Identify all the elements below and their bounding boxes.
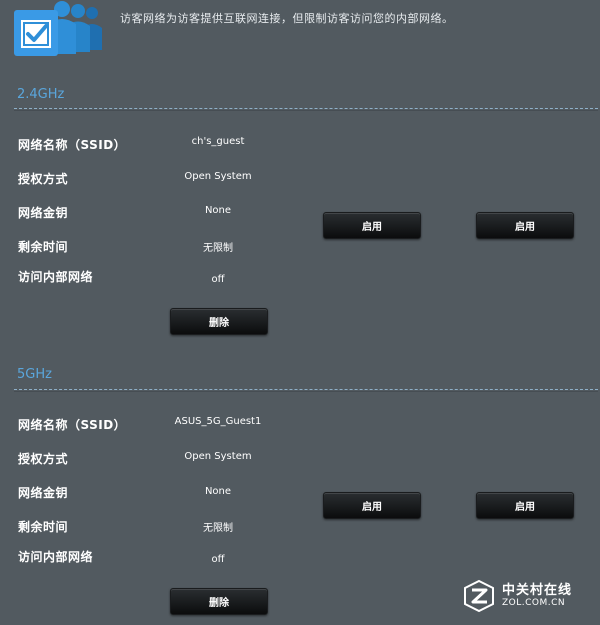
row-label-intranet: 访问内部网络 [18,270,94,284]
row-label-intranet: 访问内部网络 [18,550,94,564]
row-value-time: 无限制 [203,243,233,254]
remove-button-2g[interactable]: 删除 [170,308,268,335]
zol-logo-icon [464,579,494,613]
row-label-time: 剩余时间 [18,240,69,254]
row-label-auth: 授权方式 [18,452,69,466]
row-value-key: None [204,486,232,497]
enable-button-2g-2[interactable]: 启用 [476,212,574,239]
band-divider-2g [14,108,598,111]
row-label-time: 剩余时间 [18,520,69,534]
enable-button-2g-1[interactable]: 启用 [323,212,421,239]
row-value-intranet: off [211,554,225,565]
page-description: 访客网络为访客提供互联网连接，但限制访客访问您的内部网络。 [120,12,454,25]
row-value-key: None [204,205,232,216]
enable-button-5g-1[interactable]: 启用 [323,492,421,519]
enable-button-5g-2[interactable]: 启用 [476,492,574,519]
band-title-2g: 2.4GHz [17,87,65,102]
row-value-intranet: off [211,274,225,285]
row-value-auth: Open System [184,171,252,182]
remove-button-5g[interactable]: 删除 [170,588,268,615]
row-label-ssid: 网络名称（SSID） [18,418,127,432]
row-value-auth: Open System [184,451,252,462]
watermark-cn: 中关村在线 [502,583,573,598]
row-label-ssid: 网络名称（SSID） [18,138,127,152]
row-label-auth: 授权方式 [18,172,69,186]
band-divider-5g [14,389,598,392]
row-label-key: 网络金钥 [18,486,69,500]
row-value-time: 无限制 [203,523,233,534]
row-value-ssid: ASUS_5G_Guest1 [174,416,262,427]
guest-network-users-icon [14,1,102,56]
watermark-en: ZOL.COM.CN [502,598,566,608]
row-value-ssid: ch's_guest [191,136,245,147]
zol-watermark: 中关村在线 ZOL.COM.CN [462,579,586,613]
row-label-key: 网络金钥 [18,206,69,220]
band-title-5g: 5GHz [17,367,52,382]
